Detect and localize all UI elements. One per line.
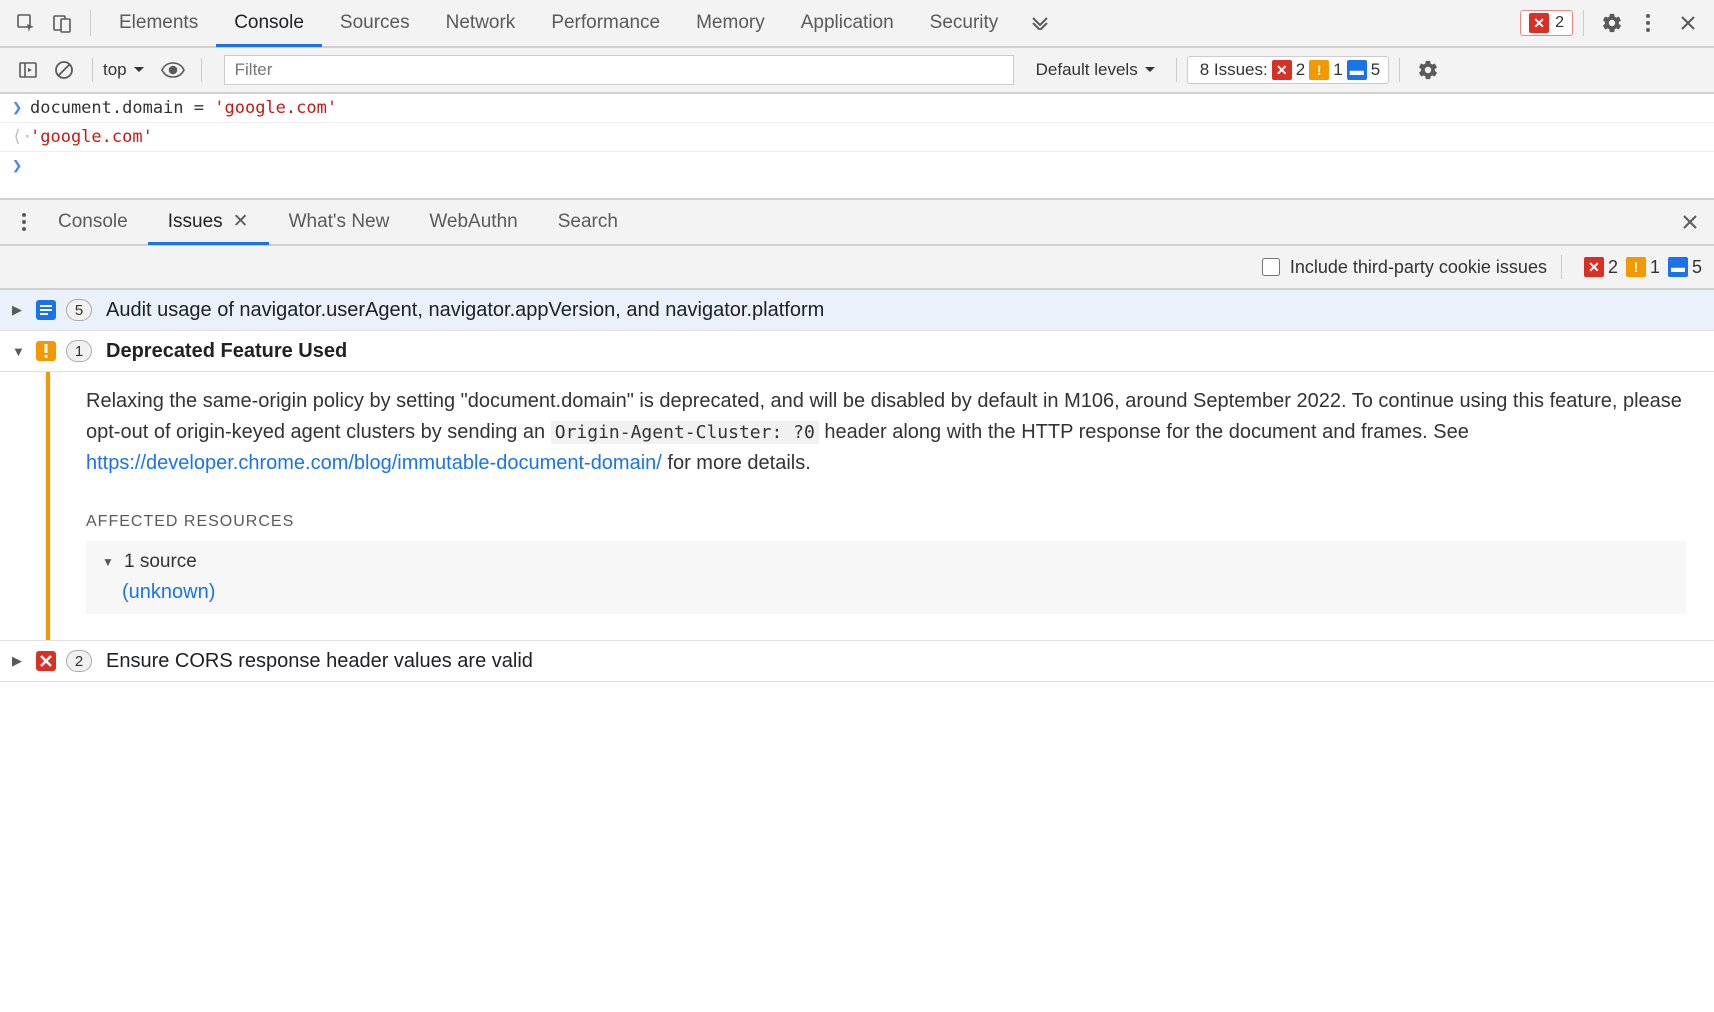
console-settings-gear-icon[interactable] xyxy=(1414,56,1442,84)
drawer-tab-issues-label: Issues xyxy=(168,211,223,233)
error-count: 2 xyxy=(1555,14,1564,32)
issue-title: Audit usage of navigator.userAgent, navi… xyxy=(106,299,824,322)
issues-label: 8 Issues: xyxy=(1200,60,1268,80)
issue-title: Ensure CORS response header values are v… xyxy=(106,650,533,673)
error-issue-icon xyxy=(34,649,58,673)
warning-issue-icon xyxy=(34,339,58,363)
include-third-party-checkbox[interactable]: Include third-party cookie issues xyxy=(1262,257,1547,278)
devtools-top-tab-bar: Elements Console Sources Network Perform… xyxy=(0,0,1714,48)
third-party-checkbox-label: Include third-party cookie issues xyxy=(1290,257,1547,278)
tab-performance[interactable]: Performance xyxy=(533,0,678,46)
drawer-tab-whats-new[interactable]: What's New xyxy=(269,200,410,244)
issue-count: 1 xyxy=(66,340,92,362)
context-selector[interactable]: top xyxy=(103,60,145,80)
console-output-value: 'google.com' xyxy=(30,127,153,147)
tab-elements[interactable]: Elements xyxy=(101,0,216,46)
info-count: 5 xyxy=(1692,257,1702,278)
kebab-menu-icon[interactable] xyxy=(1634,9,1662,37)
tab-sources[interactable]: Sources xyxy=(322,0,428,46)
divider xyxy=(201,58,202,82)
divider xyxy=(92,58,93,82)
console-input-code: document.domain = 'google.com' xyxy=(30,98,337,118)
tab-security[interactable]: Security xyxy=(912,0,1017,46)
console-output-row[interactable]: ⟨· 'google.com' xyxy=(0,123,1714,152)
more-tabs-icon[interactable] xyxy=(1026,9,1054,37)
console-prompt[interactable] xyxy=(30,156,40,176)
console-filter-input[interactable] xyxy=(224,55,1014,85)
affected-source-toggle[interactable]: ▼ 1 source xyxy=(102,551,1670,573)
deprecation-link[interactable]: https://developer.chrome.com/blog/immuta… xyxy=(86,452,662,474)
issue-row-audit[interactable]: ▶ 5 Audit usage of navigator.userAgent, … xyxy=(0,290,1714,331)
drawer-tab-issues[interactable]: Issues ✕ xyxy=(148,201,269,245)
info-issue-icon xyxy=(34,298,58,322)
error-icon: ✕ xyxy=(1272,60,1292,80)
error-count: 2 xyxy=(1608,257,1618,278)
inspect-element-icon[interactable] xyxy=(12,9,40,37)
live-expression-eye-icon[interactable] xyxy=(159,56,187,84)
issues-toolbar: Include third-party cookie issues ✕2 !1 … xyxy=(0,246,1714,290)
drawer-tab-search[interactable]: Search xyxy=(538,200,638,244)
tab-memory[interactable]: Memory xyxy=(678,0,783,46)
drawer-tab-webauthn[interactable]: WebAuthn xyxy=(409,200,537,244)
clear-console-icon[interactable] xyxy=(50,56,78,84)
error-icon: ✕ xyxy=(1584,257,1604,277)
issue-count: 5 xyxy=(66,299,92,321)
warning-icon: ! xyxy=(1626,257,1646,277)
info-count: 5 xyxy=(1371,60,1380,80)
divider xyxy=(1399,58,1400,82)
warning-count: 1 xyxy=(1650,257,1660,278)
affected-resources-box: ▼ 1 source (unknown) xyxy=(86,541,1686,614)
drawer-tab-console[interactable]: Console xyxy=(38,200,148,244)
device-toolbar-icon[interactable] xyxy=(48,9,76,37)
input-chevron-icon: ❯ xyxy=(12,98,30,118)
header-code: Origin-Agent-Cluster: ?0 xyxy=(551,421,819,444)
warning-icon: ! xyxy=(1309,60,1329,80)
console-input-row[interactable]: ❯ document.domain = 'google.com' xyxy=(0,94,1714,123)
tab-console[interactable]: Console xyxy=(216,1,322,47)
warning-count: 1 xyxy=(1333,60,1342,80)
issue-detail-deprecated: Relaxing the same-origin policy by setti… xyxy=(46,372,1714,640)
divider xyxy=(1583,10,1584,36)
drawer-tab-bar: Console Issues ✕ What's New WebAuthn Sea… xyxy=(0,198,1714,246)
expand-triangle-icon[interactable]: ▶ xyxy=(12,302,30,318)
info-icon: ▬ xyxy=(1668,257,1688,277)
affected-source-label: 1 source xyxy=(124,551,197,573)
issues-summary-button[interactable]: 8 Issues: ✕2 !1 ▬5 xyxy=(1187,56,1389,84)
tab-network[interactable]: Network xyxy=(428,0,534,46)
error-icon: ✕ xyxy=(1529,13,1549,33)
divider xyxy=(90,10,91,36)
collapse-triangle-icon[interactable]: ▼ xyxy=(102,555,118,569)
divider xyxy=(1561,255,1562,279)
close-drawer-icon[interactable] xyxy=(1676,208,1704,236)
drawer-kebab-icon[interactable] xyxy=(10,208,38,236)
issue-row-deprecated[interactable]: ▼ 1 Deprecated Feature Used xyxy=(0,331,1714,372)
close-issues-tab-icon[interactable]: ✕ xyxy=(233,210,249,233)
console-output: ❯ document.domain = 'google.com' ⟨· 'goo… xyxy=(0,94,1714,180)
third-party-checkbox-input[interactable] xyxy=(1262,258,1280,276)
levels-label: Default levels xyxy=(1036,60,1138,80)
affected-resources-header: Affected Resources xyxy=(86,513,1686,531)
info-icon: ▬ xyxy=(1347,60,1367,80)
console-prompt-row[interactable]: ❯ xyxy=(0,152,1714,180)
tab-application[interactable]: Application xyxy=(783,0,912,46)
error-count: 2 xyxy=(1296,60,1305,80)
error-badge[interactable]: ✕ 2 xyxy=(1520,10,1573,36)
issue-count: 2 xyxy=(66,650,92,672)
issue-row-cors[interactable]: ▶ 2 Ensure CORS response header values a… xyxy=(0,640,1714,682)
log-levels-dropdown[interactable]: Default levels xyxy=(1036,60,1156,80)
output-chevron-icon: ⟨· xyxy=(12,127,30,147)
close-devtools-icon[interactable] xyxy=(1674,9,1702,37)
expand-triangle-icon[interactable]: ▶ xyxy=(12,653,30,669)
collapse-triangle-icon[interactable]: ▼ xyxy=(12,344,30,359)
issue-description: Relaxing the same-origin policy by setti… xyxy=(86,386,1686,479)
issue-title: Deprecated Feature Used xyxy=(106,340,347,363)
prompt-chevron-icon: ❯ xyxy=(12,156,30,176)
settings-gear-icon[interactable] xyxy=(1598,9,1626,37)
affected-source-link[interactable]: (unknown) xyxy=(122,581,1670,604)
toggle-sidebar-icon[interactable] xyxy=(14,56,42,84)
issues-counts[interactable]: ✕2 !1 ▬5 xyxy=(1576,257,1702,278)
console-toolbar: top Default levels 8 Issues: ✕2 !1 ▬5 xyxy=(0,48,1714,94)
context-label: top xyxy=(103,60,127,80)
divider xyxy=(1176,58,1177,82)
